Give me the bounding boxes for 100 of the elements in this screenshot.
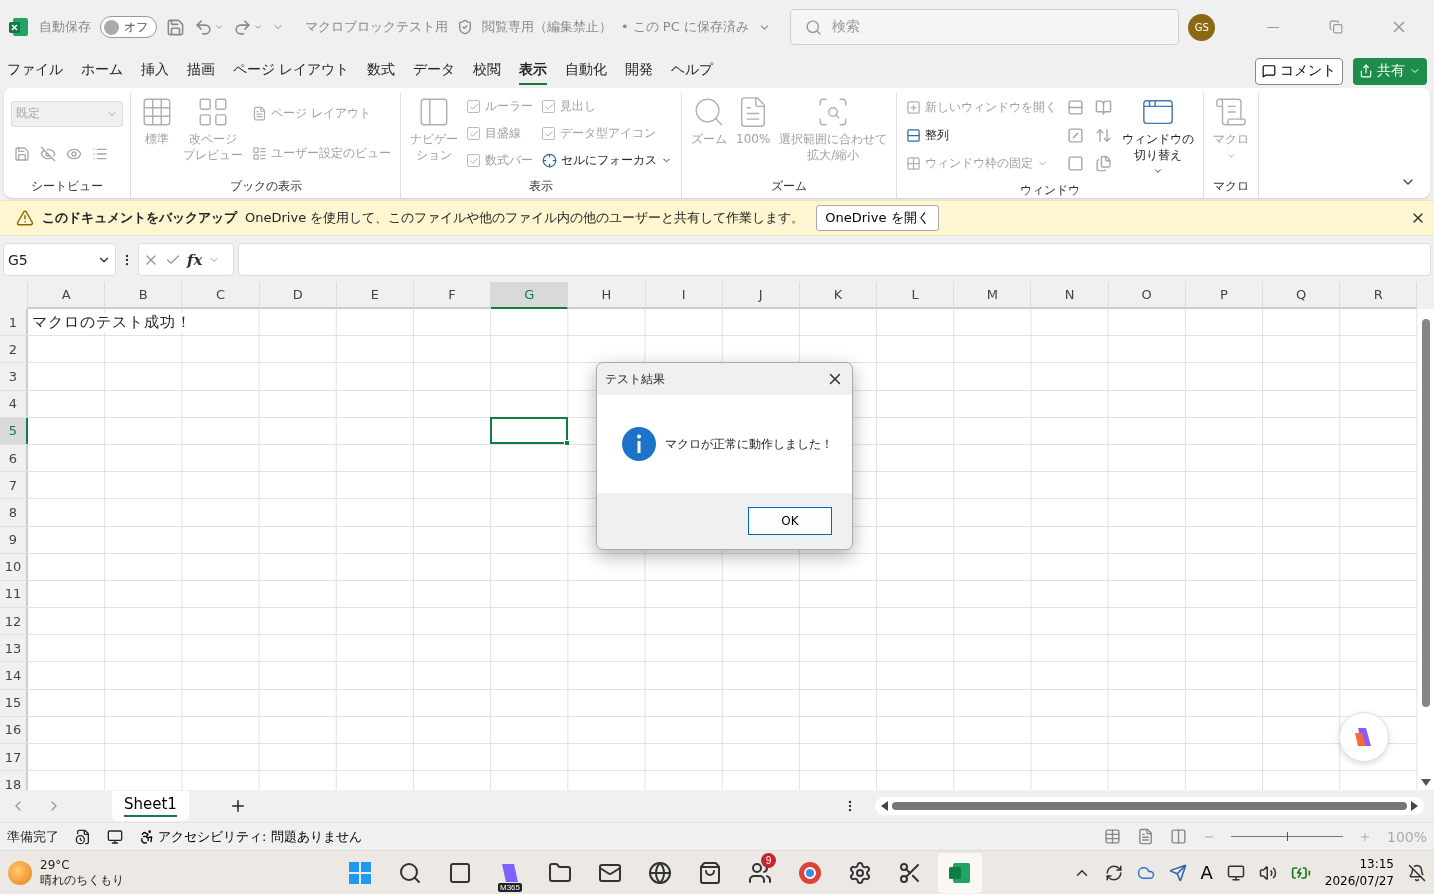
- volume-icon[interactable]: [1258, 863, 1277, 882]
- taskbar-app[interactable]: M365: [488, 852, 532, 893]
- column-header[interactable]: P: [1185, 282, 1263, 309]
- ribbon-button[interactable]: セルにフォーカス: [540, 150, 674, 171]
- row-header[interactable]: 16: [0, 716, 28, 743]
- row-header[interactable]: 8: [0, 499, 28, 526]
- weather-icon: [8, 860, 32, 885]
- network-icon[interactable]: [1226, 863, 1245, 882]
- menu-tab[interactable]: ホーム: [81, 57, 123, 85]
- row-header[interactable]: 17: [0, 744, 28, 771]
- input-method-indicator[interactable]: A: [1200, 862, 1213, 883]
- row-header[interactable]: 7: [0, 472, 28, 499]
- column-header[interactable]: G: [491, 282, 569, 309]
- row-header[interactable]: 11: [0, 580, 28, 608]
- notification-bell-icon[interactable]: [1408, 863, 1426, 882]
- menu-tab[interactable]: ページ レイアウト: [233, 57, 350, 85]
- rows-icon: [906, 128, 922, 144]
- menu-tab[interactable]: 表示: [519, 57, 548, 85]
- horizontal-scrollbar[interactable]: [874, 797, 1424, 815]
- menu-tab[interactable]: 描画: [187, 57, 215, 85]
- row-header[interactable]: 10: [0, 553, 28, 580]
- formula-input[interactable]: [238, 243, 1431, 276]
- autosave-toggle[interactable]: オフ: [99, 16, 157, 38]
- row-header[interactable]: 5: [0, 417, 28, 444]
- share-icon: [1359, 64, 1373, 78]
- undo-button[interactable]: [193, 17, 224, 37]
- excel-logo-icon: [8, 16, 30, 38]
- new-window-icon: [906, 99, 922, 115]
- column-header[interactable]: C: [182, 282, 260, 309]
- taskbar-app[interactable]: 9: [738, 852, 782, 893]
- row-header[interactable]: 15: [0, 689, 28, 716]
- app-label: M365: [498, 882, 522, 892]
- column-header[interactable]: R: [1340, 282, 1418, 309]
- open-onedrive-button[interactable]: OneDrive を開く: [816, 205, 939, 231]
- redo-button[interactable]: [232, 17, 263, 37]
- column-header[interactable]: K: [799, 282, 878, 309]
- comment-button[interactable]: コメント: [1255, 57, 1343, 85]
- insert-function-button[interactable]: fx: [187, 250, 203, 269]
- row-header[interactable]: 12: [0, 608, 28, 635]
- menu-tab[interactable]: 数式: [367, 57, 396, 85]
- dialog-message: マクロが正常に動作しました！: [665, 435, 833, 453]
- share-button[interactable]: 共有: [1353, 57, 1427, 85]
- monitor-icon[interactable]: [107, 828, 123, 845]
- send-icon[interactable]: [1168, 863, 1187, 882]
- group-label: シートビュー: [30, 178, 104, 195]
- ribbon-button[interactable]: 整列: [904, 125, 1060, 147]
- store-bag-icon: [698, 860, 722, 885]
- sheet-tab[interactable]: Sheet1: [112, 791, 189, 821]
- row-header[interactable]: 1: [0, 309, 28, 336]
- taskbar-app[interactable]: [938, 852, 982, 893]
- menu-tab[interactable]: 自動化: [565, 57, 608, 85]
- name-box[interactable]: G5: [3, 243, 116, 276]
- menu-tab[interactable]: 開発: [625, 57, 654, 85]
- crosshair-icon: [542, 153, 557, 168]
- accessibility-status[interactable]: アクセシビリティ: 問題ありません: [139, 827, 362, 846]
- status-text: 準備完了: [7, 827, 59, 846]
- clock[interactable]: 13:15 2026/07/27: [1324, 856, 1394, 889]
- menu-tab[interactable]: ヘルプ: [671, 57, 714, 85]
- redo-icon: [232, 17, 252, 37]
- menu-tab[interactable]: 校閲: [473, 57, 502, 85]
- group-label: 表示: [528, 178, 554, 195]
- column-header[interactable]: E: [336, 282, 414, 309]
- menu-tab[interactable]: データ: [413, 57, 456, 85]
- menu-tab[interactable]: 挿入: [141, 57, 169, 85]
- row-header[interactable]: 3: [0, 363, 28, 390]
- user-avatar[interactable]: GS: [1188, 13, 1216, 41]
- row-header[interactable]: 2: [0, 336, 28, 363]
- file-name: マクロブロックテスト用: [304, 18, 448, 36]
- row-header[interactable]: 9: [0, 526, 28, 553]
- info-icon: [621, 426, 657, 462]
- row-header[interactable]: 18: [0, 771, 28, 790]
- column-header[interactable]: B: [105, 282, 183, 309]
- normal-view-icon[interactable]: [1103, 828, 1121, 845]
- column-header[interactable]: H: [568, 282, 646, 309]
- column-header[interactable]: L: [877, 282, 955, 309]
- active-cell[interactable]: [490, 416, 569, 444]
- menu-tab[interactable]: ファイル: [7, 57, 63, 85]
- ribbon-button[interactable]: ウィンドウの 切り替え: [1120, 93, 1197, 179]
- column-header[interactable]: J: [722, 282, 800, 309]
- start-icon: [347, 859, 373, 886]
- column-header[interactable]: N: [1031, 282, 1109, 309]
- temperature: 29°C: [40, 857, 71, 873]
- row-header[interactable]: 6: [0, 444, 28, 472]
- column-header[interactable]: M: [954, 282, 1032, 309]
- save-icon[interactable]: [165, 17, 185, 37]
- column-header[interactable]: D: [259, 282, 337, 309]
- page-layout-view-icon[interactable]: [1136, 828, 1154, 845]
- row-header[interactable]: 4: [0, 390, 28, 417]
- column-header[interactable]: I: [645, 282, 723, 309]
- column-header[interactable]: A: [28, 282, 106, 309]
- page-break-view-icon[interactable]: [1169, 828, 1187, 845]
- document-clock-icon[interactable]: [75, 828, 91, 845]
- sync-icon[interactable]: [1104, 863, 1123, 882]
- caret-icon: [213, 22, 224, 32]
- column-header[interactable]: Q: [1263, 282, 1341, 309]
- column-header[interactable]: F: [413, 282, 492, 309]
- ok-button[interactable]: OK: [748, 507, 832, 535]
- row-header[interactable]: 14: [0, 662, 28, 689]
- row-header[interactable]: 13: [0, 635, 28, 662]
- column-header[interactable]: O: [1108, 282, 1186, 309]
